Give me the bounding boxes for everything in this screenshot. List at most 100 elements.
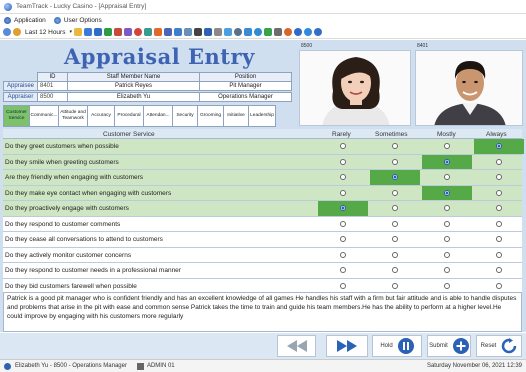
tab-attitude-and-teamwork[interactable]: Attitude and Teamwork bbox=[58, 105, 88, 127]
time-filter-dropdown-icon[interactable]: ▾ bbox=[69, 29, 72, 35]
answer-radio[interactable] bbox=[392, 220, 398, 227]
answer-cell-mostly[interactable] bbox=[422, 217, 472, 232]
answer-cell-sometimes[interactable] bbox=[370, 139, 420, 154]
answer-radio[interactable] bbox=[340, 282, 346, 289]
answer-radio[interactable] bbox=[340, 267, 346, 274]
globe-icon[interactable] bbox=[253, 28, 262, 36]
answer-radio[interactable] bbox=[392, 205, 398, 212]
answer-radio[interactable] bbox=[392, 143, 398, 150]
answer-cell-sometimes[interactable] bbox=[370, 217, 420, 232]
answer-cell-always[interactable] bbox=[474, 263, 524, 278]
tab-communic[interactable]: Communic... bbox=[29, 105, 59, 127]
clock-icon[interactable] bbox=[13, 28, 21, 36]
appraiser-id[interactable]: 8500 bbox=[37, 92, 68, 102]
info-icon[interactable] bbox=[313, 28, 322, 36]
answer-cell-always[interactable] bbox=[474, 217, 524, 232]
answer-radio[interactable] bbox=[496, 220, 502, 227]
answer-cell-always[interactable] bbox=[474, 139, 524, 154]
answer-cell-rarely[interactable] bbox=[318, 139, 368, 154]
answer-cell-sometimes[interactable] bbox=[370, 263, 420, 278]
answer-radio[interactable] bbox=[496, 282, 502, 289]
list-icon[interactable] bbox=[183, 28, 192, 36]
comments-textarea[interactable]: Patrick is a good pit manager who is con… bbox=[3, 292, 522, 332]
answer-radio[interactable] bbox=[392, 236, 398, 243]
answer-cell-rarely[interactable] bbox=[318, 170, 368, 185]
answer-cell-rarely[interactable] bbox=[318, 263, 368, 278]
user-icon[interactable] bbox=[293, 28, 302, 36]
answer-radio[interactable] bbox=[496, 251, 502, 258]
answer-radio[interactable] bbox=[392, 267, 398, 274]
answer-radio[interactable] bbox=[392, 282, 398, 289]
answer-cell-mostly[interactable] bbox=[422, 170, 472, 185]
tab-security[interactable]: Security bbox=[172, 105, 198, 127]
answer-radio[interactable] bbox=[496, 267, 502, 274]
hold-button[interactable]: Hold bbox=[372, 335, 422, 357]
answer-cell-sometimes[interactable] bbox=[370, 232, 420, 247]
tab-initiative[interactable]: Initiative bbox=[223, 105, 249, 127]
answer-cell-mostly[interactable] bbox=[422, 201, 472, 216]
book-icon[interactable] bbox=[163, 28, 172, 36]
chips-icon[interactable] bbox=[133, 28, 142, 36]
answer-cell-sometimes[interactable] bbox=[370, 279, 420, 294]
answer-cell-sometimes[interactable] bbox=[370, 201, 420, 216]
settings-icon[interactable] bbox=[233, 28, 242, 36]
camera-icon[interactable] bbox=[193, 28, 202, 36]
appraisee-id[interactable]: 8401 bbox=[37, 81, 68, 91]
previous-button[interactable] bbox=[277, 335, 316, 357]
answer-radio[interactable] bbox=[444, 143, 450, 150]
answer-cell-rarely[interactable] bbox=[318, 232, 368, 247]
answer-radio[interactable] bbox=[340, 143, 346, 150]
answer-cell-sometimes[interactable] bbox=[370, 186, 420, 201]
answer-cell-always[interactable] bbox=[474, 248, 524, 263]
answer-cell-mostly[interactable] bbox=[422, 185, 472, 200]
answer-radio[interactable] bbox=[444, 158, 450, 165]
tab-grooming[interactable]: Grooming bbox=[197, 105, 224, 127]
filter-icon[interactable] bbox=[273, 28, 282, 36]
answer-cell-sometimes[interactable] bbox=[370, 248, 420, 263]
answer-cell-rarely[interactable] bbox=[318, 217, 368, 232]
menu-application[interactable]: Application bbox=[4, 16, 46, 24]
answer-cell-rarely[interactable] bbox=[318, 248, 368, 263]
answer-radio[interactable] bbox=[444, 282, 450, 289]
answer-radio[interactable] bbox=[444, 267, 450, 274]
tab-procedural[interactable]: Procedural bbox=[114, 105, 144, 127]
people-icon[interactable] bbox=[83, 28, 92, 36]
answer-radio[interactable] bbox=[444, 251, 450, 258]
appraiser-name[interactable]: Elizabeth Yu bbox=[67, 92, 200, 102]
report-icon[interactable] bbox=[113, 28, 122, 36]
answer-cell-sometimes[interactable] bbox=[370, 170, 420, 185]
chart-icon[interactable] bbox=[103, 28, 112, 36]
answer-cell-rarely[interactable] bbox=[318, 201, 368, 216]
answer-cell-always[interactable] bbox=[474, 279, 524, 294]
answer-cell-mostly[interactable] bbox=[422, 232, 472, 247]
answer-radio[interactable] bbox=[392, 174, 398, 181]
tab-attendan[interactable]: Attendan... bbox=[143, 105, 173, 127]
time-filter-label[interactable]: Last 12 Hours bbox=[25, 29, 65, 36]
answer-radio[interactable] bbox=[340, 158, 346, 165]
menu-user-options[interactable]: User Options bbox=[53, 16, 102, 24]
tools-icon[interactable] bbox=[213, 28, 222, 36]
appraisee-name[interactable]: Patrick Reyes bbox=[67, 81, 200, 91]
answer-radio[interactable] bbox=[444, 236, 450, 243]
answer-radio[interactable] bbox=[340, 205, 346, 212]
tab-customer-service[interactable]: Customer Service bbox=[3, 105, 30, 127]
answer-radio[interactable] bbox=[444, 189, 450, 196]
star-icon[interactable] bbox=[93, 28, 102, 36]
answer-radio[interactable] bbox=[496, 174, 502, 181]
submit-button[interactable]: Submit bbox=[427, 335, 471, 357]
answer-radio[interactable] bbox=[340, 251, 346, 258]
answer-radio[interactable] bbox=[340, 220, 346, 227]
reset-button[interactable]: Reset bbox=[476, 335, 522, 357]
answer-cell-always[interactable] bbox=[474, 186, 524, 201]
answer-cell-always[interactable] bbox=[474, 170, 524, 185]
color-icon[interactable] bbox=[283, 28, 292, 36]
cards-icon[interactable] bbox=[123, 28, 132, 36]
answer-cell-mostly[interactable] bbox=[422, 139, 472, 154]
answer-radio[interactable] bbox=[392, 158, 398, 165]
answer-cell-mostly[interactable] bbox=[422, 279, 472, 294]
answer-cell-sometimes[interactable] bbox=[370, 155, 420, 170]
answer-radio[interactable] bbox=[496, 143, 502, 150]
answer-cell-mostly[interactable] bbox=[422, 263, 472, 278]
answer-radio[interactable] bbox=[496, 205, 502, 212]
answer-radio[interactable] bbox=[392, 189, 398, 196]
